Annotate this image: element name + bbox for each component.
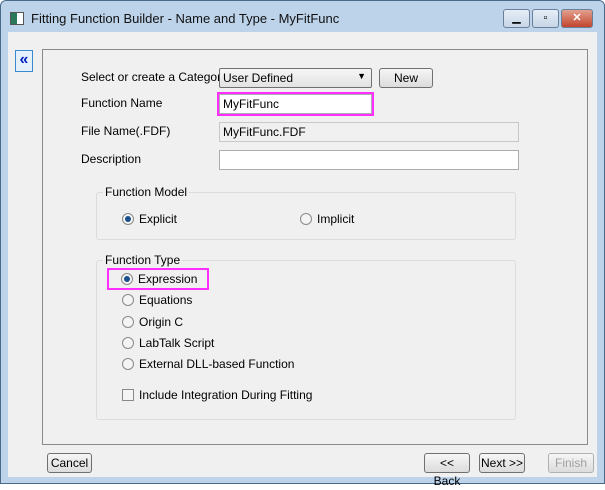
radio-selected-icon [122, 213, 134, 225]
radio-label: LabTalk Script [139, 336, 215, 350]
back-button[interactable]: << Back [424, 453, 470, 488]
function-name-label: Function Name [81, 96, 163, 110]
chevron-down-icon: ▼ [357, 71, 366, 81]
radio-implicit[interactable]: Implicit [300, 212, 354, 226]
radio-icon [122, 358, 134, 370]
finish-button: Finish [548, 453, 594, 473]
description-input[interactable] [219, 150, 519, 170]
collapse-icon[interactable]: « [15, 50, 33, 72]
description-label: Description [81, 152, 142, 166]
category-value: User Defined [223, 71, 294, 85]
radio-icon [300, 213, 312, 225]
radio-labtalk-script[interactable]: LabTalk Script [122, 336, 214, 350]
radio-label: Equations [139, 293, 193, 307]
close-button[interactable]: ✕ [561, 9, 593, 28]
radio-icon [122, 294, 134, 306]
radio-icon [122, 337, 134, 349]
minimize-button[interactable]: ▁ [503, 9, 530, 28]
radio-label: Implicit [317, 212, 355, 226]
fitting-function-builder-window: Fitting Function Builder - Name and Type… [0, 0, 605, 488]
dialog-body: « Select or create a Category User Defin… [8, 32, 597, 488]
function-type-group: Function Type Expression Equations Origi… [96, 253, 516, 420]
category-label: Select or create a Category [81, 70, 228, 84]
radio-equations[interactable]: Equations [122, 293, 192, 307]
cancel-button[interactable]: Cancel [47, 453, 92, 473]
radio-label: Origin C [139, 315, 184, 329]
main-panel: Select or create a Category User Defined… [42, 49, 588, 445]
title-bar[interactable]: Fitting Function Builder - Name and Type… [1, 1, 604, 33]
radio-icon [122, 316, 134, 328]
radio-expression[interactable]: Expression [106, 268, 210, 290]
new-category-button[interactable]: New [379, 68, 433, 88]
radio-label: External DLL-based Function [139, 357, 295, 371]
function-model-group: Function Model Explicit Implicit [96, 185, 516, 240]
function-model-title: Function Model [103, 185, 190, 199]
app-icon [10, 12, 24, 25]
function-type-title: Function Type [103, 253, 183, 267]
radio-external-dll[interactable]: External DLL-based Function [122, 357, 294, 371]
window-title: Fitting Function Builder - Name and Type… [31, 11, 340, 26]
file-name-field: MyFitFunc.FDF [219, 122, 519, 142]
checkbox-label: Include Integration During Fitting [139, 388, 313, 402]
radio-origin-c[interactable]: Origin C [122, 315, 183, 329]
checkbox-icon [122, 389, 134, 401]
radio-label: Explicit [139, 212, 178, 226]
category-dropdown[interactable]: User Defined ▼ [219, 68, 372, 88]
maximize-button[interactable]: ▫ [532, 9, 559, 28]
radio-selected-icon [121, 273, 133, 285]
file-name-label: File Name(.FDF) [81, 124, 171, 138]
include-integration-checkbox[interactable]: Include Integration During Fitting [122, 388, 312, 402]
radio-label: Expression [138, 272, 198, 286]
function-name-input[interactable]: MyFitFunc [217, 92, 374, 116]
next-button[interactable]: Next >> [479, 453, 525, 473]
radio-explicit[interactable]: Explicit [122, 212, 177, 226]
